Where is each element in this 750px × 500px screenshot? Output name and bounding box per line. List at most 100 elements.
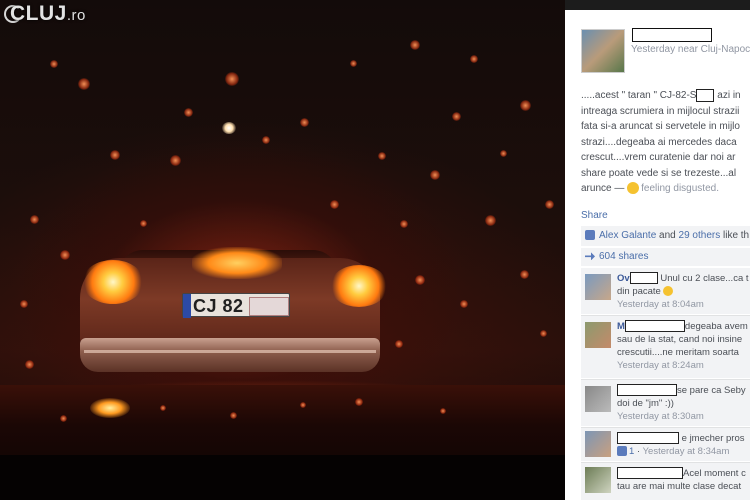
commenter-avatar[interactable] (585, 322, 611, 348)
rain-drop (60, 250, 70, 260)
rain-drop (184, 108, 193, 117)
rain-drop (330, 200, 339, 209)
rain-drop (350, 60, 357, 67)
comment-text: se pare ca Seby (677, 385, 746, 396)
rain-drop (452, 112, 461, 121)
comment-text-line2: doi de "jm" :)) (617, 398, 674, 409)
comment-time[interactable]: Yesterday at 8:30am (617, 411, 704, 422)
commenter-avatar[interactable] (585, 431, 611, 457)
redacted-name (617, 384, 677, 397)
comment: Acel moment c tau are mai multe clase de… (581, 463, 750, 500)
comment-time[interactable]: Yesterday at 8:34am (643, 446, 730, 457)
feeling-text: feeling disgusted. (641, 183, 719, 194)
post-line-1-tail: azi in (714, 90, 741, 101)
comment: Mdegeaba avem sau de la stat, cand noi i… (581, 316, 750, 378)
shares-summary: 604 shares (581, 248, 750, 266)
rain-drop (520, 270, 529, 279)
rain-drop (520, 100, 531, 111)
post-line-5: crescut....vrem curatenie dar noi ar (581, 152, 736, 163)
commenter-avatar[interactable] (585, 467, 611, 493)
comment: e jmecher pros 1 · Yesterday at 8:34am (581, 428, 750, 461)
post-line-6: share poate vede si se trezeste...al (581, 167, 737, 179)
post-line-2: intreaga scrumiera in mijlocul strazii (581, 105, 740, 117)
facebook-post-panel: Yesterday near Cluj-Napoca .....acest " … (565, 0, 750, 500)
comment: Ov Unul cu 2 clase...ca t din pacate Yes… (581, 268, 750, 314)
comment-time[interactable]: Yesterday at 8:04am (617, 299, 704, 310)
post-line-1: .....acest " taran " CJ-82-S (581, 90, 697, 101)
rain-drop (355, 398, 363, 406)
redacted-author-name (632, 28, 712, 42)
post-text: .....acest " taran " CJ-82-S azi in intr… (581, 88, 750, 197)
comment: se pare ca Seby doi de "jm" :)) Yesterda… (581, 380, 750, 426)
rain-drop (225, 72, 239, 86)
redacted-plate-suffix (696, 88, 715, 102)
comment-text-line2: sau de la stat, cand noi insine (617, 334, 743, 345)
like-thumb-icon (585, 230, 595, 241)
rain-drop (20, 300, 28, 308)
share-link[interactable]: Share (581, 210, 608, 221)
rain-drop (430, 170, 440, 180)
smile-emoji-icon (663, 286, 674, 297)
comment-text: Acel moment c (683, 468, 746, 479)
liker-name[interactable]: Alex Galante (599, 230, 656, 241)
rain-drop (470, 55, 478, 63)
post-photo[interactable]: CLUJ.ro CJ 82 (0, 0, 565, 500)
comment-text-line2: tau are mai multe clase decat (617, 481, 742, 492)
rain-drop (262, 136, 270, 144)
comment-text-line2: din pacate (617, 286, 661, 297)
rain-drop (440, 408, 446, 414)
rain-drop (160, 405, 166, 411)
redacted-name (617, 432, 679, 445)
rain-drop (25, 360, 34, 369)
rain-drop (60, 415, 67, 422)
comment-time[interactable]: Yesterday at 8:24am (617, 360, 704, 371)
redacted-name (629, 272, 658, 285)
commenter-avatar[interactable] (585, 274, 611, 300)
comment-likes-count[interactable]: 1 (629, 446, 634, 457)
logo-brand: CLUJ (10, 2, 67, 25)
rain-drop (395, 340, 403, 348)
rain-drop (50, 60, 58, 68)
rain-drop (410, 40, 420, 50)
rain-drop (460, 300, 468, 308)
comment-text-line3: crescutii....ne meritam soarta (617, 347, 739, 358)
rain-drop (540, 330, 547, 337)
comment-text: e jmecher pros (681, 433, 745, 444)
rain-drop (485, 215, 496, 226)
commenter-avatar[interactable] (585, 386, 611, 412)
rain-drop (110, 150, 120, 160)
rain-drop (300, 118, 309, 127)
commenter-name[interactable]: M (617, 321, 625, 332)
shares-count-link[interactable]: 604 shares (599, 251, 648, 262)
disgusted-face-icon (627, 182, 640, 195)
others-count-link[interactable]: 29 others (679, 230, 721, 241)
cluj-ro-logo: CLUJ.ro (0, 0, 100, 30)
rain-drop (300, 402, 306, 408)
rain-drop (78, 78, 90, 90)
author-avatar[interactable] (581, 29, 625, 73)
rain-drop (378, 152, 386, 160)
rain-drop (230, 412, 237, 419)
rain-drop (545, 200, 554, 209)
logo-tld: .ro (66, 7, 86, 24)
likes-summary: Alex Galante and 29 others like th (581, 226, 750, 246)
likes-and: and (656, 230, 679, 241)
post-timestamp-location[interactable]: Yesterday near Cluj-Napoca (631, 44, 750, 55)
comment-text: Unul cu 2 clase...ca t (660, 273, 749, 284)
post-line-3: fata si-a aruncat si servetele in mijlo (581, 121, 740, 132)
post-line-4: strazi....degeaba ai mercedes daca (581, 136, 737, 148)
rain-drops (0, 0, 565, 500)
commenter-name[interactable]: Ov (617, 273, 630, 284)
post-line-7: arunce — (581, 183, 628, 194)
redacted-name (617, 467, 683, 480)
comment-text: degeaba avem (684, 321, 748, 332)
likes-tail: like th (720, 230, 750, 241)
top-strip (565, 0, 750, 10)
share-arrow-icon (585, 252, 595, 261)
like-thumb-icon (617, 446, 627, 457)
rain-drop (400, 220, 408, 228)
rain-drop (140, 220, 147, 227)
redacted-name (624, 320, 685, 333)
rain-drop (500, 150, 507, 157)
rain-drop (30, 215, 39, 224)
